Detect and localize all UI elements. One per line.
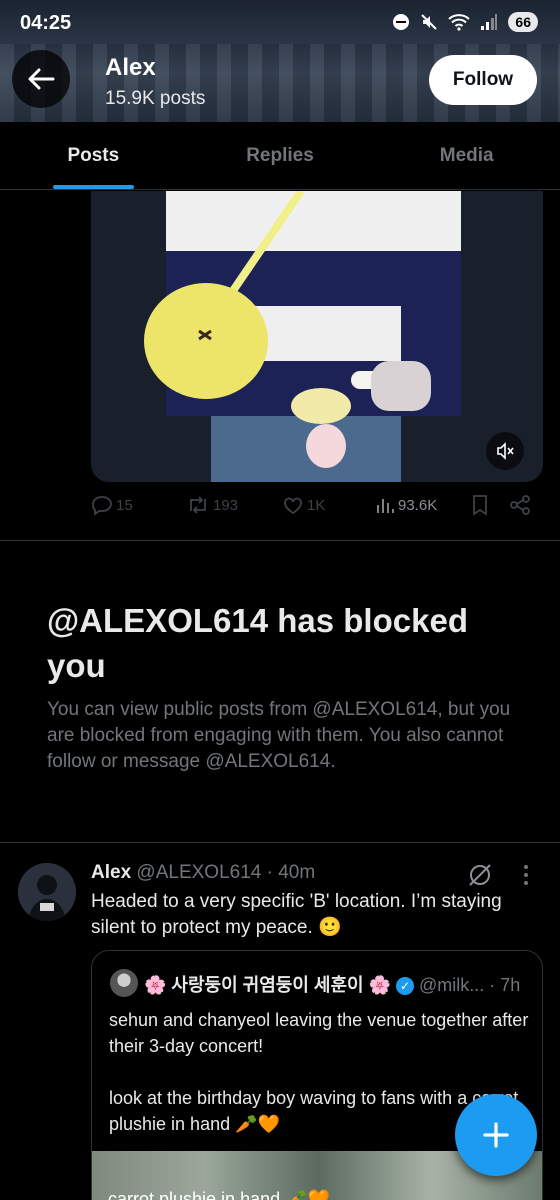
repost-icon: [190, 496, 206, 514]
views-action[interactable]: 93.6K: [375, 494, 437, 516]
post-author-meta: @ALEXOL614 · 40m: [136, 862, 316, 883]
mute-status-icon: [421, 14, 438, 30]
post-actions: 15 193 1K 93.6K: [91, 494, 543, 524]
reply-icon: [92, 496, 112, 516]
compose-button[interactable]: [455, 1094, 537, 1176]
avatar[interactable]: [18, 863, 76, 921]
blocked-title: @ALEXOL614 has blocked you: [47, 602, 468, 684]
post-author-name[interactable]: Alex: [91, 862, 131, 883]
share-action[interactable]: [509, 494, 531, 516]
profile-name: Alex: [105, 54, 156, 81]
more-button[interactable]: [522, 864, 530, 891]
repost-action[interactable]: 193: [186, 494, 238, 516]
reply-action[interactable]: 15: [91, 494, 133, 516]
bookmark-action[interactable]: [470, 494, 490, 516]
quote-author-name: 🌸 사랑둥이 귀염둥이 세훈이 🌸: [144, 975, 391, 995]
quote-image-caption: carrot plushie in hand 🥕🧡: [108, 1189, 330, 1200]
back-arrow-icon: [28, 68, 55, 90]
tab-replies-label: Replies: [246, 144, 314, 166]
tab-media-label: Media: [439, 144, 494, 166]
profile-tabs: Posts Replies Media: [0, 122, 560, 190]
divider: [0, 842, 560, 843]
post-count: 15.9K posts: [105, 88, 206, 109]
tab-replies[interactable]: Replies: [187, 122, 374, 189]
post-video[interactable]: [91, 191, 543, 482]
views-icon: [377, 499, 394, 513]
signal-icon: [481, 14, 498, 30]
tab-posts-label: Posts: [67, 144, 120, 166]
battery-indicator: 66: [508, 12, 538, 32]
repost-count: 193: [213, 496, 239, 514]
quote-author-meta: @milk... · 7h: [419, 975, 521, 995]
status-bar: 04:25 66: [0, 0, 560, 48]
video-frame: [91, 191, 543, 482]
blocked-description: You can view public posts from @ALEXOL61…: [47, 699, 511, 772]
back-button[interactable]: [12, 50, 70, 108]
tab-posts[interactable]: Posts: [0, 122, 187, 189]
reply-count: 15: [116, 496, 133, 514]
status-time: 04:25: [20, 12, 72, 34]
share-icon: [510, 495, 530, 515]
quote-avatar: [110, 969, 138, 997]
active-tab-indicator: [53, 185, 134, 189]
divider: [0, 540, 560, 541]
post-text: Headed to a very specific 'B' location. …: [91, 891, 502, 938]
avatar-image: [18, 863, 76, 921]
grok-icon: [469, 864, 491, 886]
quote-header: 🌸 사랑둥이 귀염둥이 세훈이 🌸 ✓ @milk... · 7h: [144, 971, 520, 997]
dnd-icon: [393, 14, 410, 30]
mute-icon: [497, 442, 514, 460]
more-icon: [524, 865, 528, 885]
follow-button[interactable]: Follow: [429, 55, 537, 105]
like-count: 1K: [307, 496, 326, 514]
post-header: Alex @ALEXOL614 · 40m: [91, 862, 315, 884]
quote-text-line1: sehun and chanyeol leaving the venue tog…: [109, 1010, 529, 1056]
compose-icon: [483, 1122, 509, 1148]
verified-badge-icon: ✓: [396, 977, 415, 996]
bookmark-icon: [473, 495, 487, 516]
mute-button[interactable]: [486, 432, 524, 470]
status-icons: 66: [392, 12, 538, 32]
like-action[interactable]: 1K: [282, 494, 325, 516]
like-icon: [284, 497, 302, 515]
wifi-icon: [448, 14, 471, 31]
tab-media[interactable]: Media: [373, 122, 560, 189]
views-count: 93.6K: [398, 496, 438, 514]
